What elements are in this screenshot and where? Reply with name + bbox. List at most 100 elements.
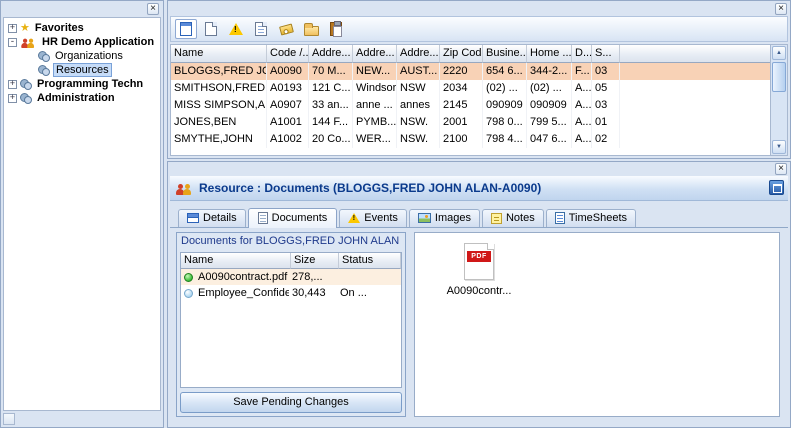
status-green-icon: [184, 272, 193, 282]
grid-header-cell-addre[interactable]: Addre...: [309, 45, 353, 63]
document-row[interactable]: Employee_Confide...30,443 On ...: [181, 285, 401, 301]
grid-header-row: Name Code /... Addre... Addre... Addre... Zip…: [171, 45, 770, 63]
grid-cell: 2001: [440, 114, 483, 131]
grid-header-cell-home[interactable]: Home ...: [527, 45, 572, 63]
scrollbar-thumb[interactable]: [772, 62, 786, 92]
label-button[interactable]: [275, 19, 297, 39]
documents-header-cell-size[interactable]: Size: [291, 253, 339, 269]
grid-row[interactable]: SMYTHE,JOHN A1002 20 Co... WER... NSW. 2100 79…: [171, 131, 770, 148]
grid-header-cell-busine[interactable]: Busine...: [483, 45, 527, 63]
tab-details[interactable]: Details: [178, 209, 246, 227]
document-size: 278,...: [292, 271, 323, 283]
grid-cell: anne ...: [353, 97, 397, 114]
grid-cell: A0090: [267, 63, 309, 80]
tree-item-label: Favorites: [34, 22, 84, 34]
tree-item-organizations[interactable]: Organizations: [4, 49, 160, 63]
grid-cell: PYMB...: [353, 114, 397, 131]
paste-icon: [330, 21, 342, 37]
grid-row[interactable]: BLOGGS,FRED JO...A009070 M...NEW...AUST.…: [171, 63, 770, 80]
grid-cell: MISS SIMPSON,A...: [171, 97, 267, 114]
document-preview-panel: PDF A0090contr...: [414, 232, 780, 417]
warning-button[interactable]: !: [225, 19, 247, 39]
pdf-band-label: PDF: [467, 251, 491, 262]
grid-cell: A...: [572, 131, 592, 148]
grid-header-cell-d[interactable]: D...: [572, 45, 592, 63]
maximize-button[interactable]: [769, 180, 784, 195]
grid-toolbar: !: [170, 16, 788, 42]
grid-header-cell-code[interactable]: Code /...: [267, 45, 309, 63]
documents-group-title: Documents for BLOGGS,FRED JOHN ALAN: [181, 235, 400, 247]
close-nav-panel-button[interactable]: ×: [147, 3, 159, 15]
expand-icon[interactable]: +: [8, 93, 17, 103]
grid-cell: 798 4...: [483, 131, 527, 148]
image-icon: [417, 213, 431, 223]
grid-cell: F...: [572, 63, 592, 80]
tab-images[interactable]: Images: [408, 209, 480, 227]
document-thumbnail-label: A0090contr...: [446, 285, 512, 297]
report-icon: [255, 22, 267, 36]
resource-people-icon: [176, 182, 193, 195]
grid-cell: AUST...: [397, 63, 440, 80]
grid-cell: 33 an...: [309, 97, 353, 114]
tree-item-resources[interactable]: Resources: [4, 63, 160, 77]
tree-item-label: Administration: [37, 92, 115, 104]
details-icon: [187, 213, 199, 223]
expand-icon[interactable]: +: [8, 79, 17, 89]
tree-item-favorites[interactable]: + ★ Favorites: [4, 21, 160, 35]
tree-item-hr-demo-application[interactable]: - HR Demo Application: [4, 35, 160, 49]
document-button[interactable]: [200, 19, 222, 39]
detail-tabs: Details Documents! Events Images Notes TimeSh…: [170, 203, 788, 228]
save-pending-changes-button[interactable]: Save Pending Changes: [180, 392, 402, 413]
document-thumbnail[interactable]: PDF A0090contr...: [439, 243, 519, 297]
tree-item-programming-techn[interactable]: + Programming Techn: [4, 77, 160, 91]
grid-header-cell-addre[interactable]: Addre...: [353, 45, 397, 63]
tab-notes[interactable]: Notes: [481, 209, 544, 227]
document-row[interactable]: A0090contract.pdf 278,...: [181, 269, 401, 285]
grid-cell: NSW.: [397, 131, 440, 148]
grid-cell: 70 M...: [309, 63, 353, 80]
grid-cell: 03: [592, 97, 620, 114]
nav-tree: + ★ Favorites - HR Demo Application Organizat…: [3, 17, 161, 411]
grid-vertical-scrollbar[interactable]: ▲ ▼: [770, 45, 787, 155]
people-icon: [21, 36, 35, 48]
report-button[interactable]: [250, 19, 272, 39]
grid-cell: (02) ...: [527, 80, 572, 97]
detail-header: Resource : Documents (BLOGGS,FRED JOHN A…: [170, 176, 788, 201]
document-icon: [205, 22, 217, 36]
collapse-icon[interactable]: -: [8, 37, 17, 47]
documents-header-cell-name[interactable]: Name: [181, 253, 291, 269]
grid-cell: annes: [397, 97, 440, 114]
grid-row[interactable]: JONES,BEN A1001 144 F... PYMB... NSW. 2001 798…: [171, 114, 770, 131]
new-record-button[interactable]: [175, 19, 197, 39]
grid-cell: 03: [592, 63, 620, 80]
folder-button[interactable]: [300, 19, 322, 39]
documents-header-cell-status[interactable]: Status: [339, 253, 401, 269]
tree-item-administration[interactable]: + Administration: [4, 91, 160, 105]
tab-documents[interactable]: Documents: [247, 208, 338, 228]
tab-label: TimeSheets: [568, 212, 628, 224]
grid-cell: 090909: [483, 97, 527, 114]
scroll-up-icon[interactable]: ▲: [772, 46, 786, 60]
expand-icon[interactable]: +: [8, 23, 17, 33]
grid-header-cell-name[interactable]: Name: [171, 45, 267, 63]
close-detail-panel-button[interactable]: ×: [775, 163, 787, 175]
tab-label: Images: [434, 212, 471, 224]
grid-row[interactable]: MISS SIMPSON,A... A0907 33 an... anne ... an…: [171, 97, 770, 114]
tree-item-label: Resources: [53, 63, 112, 77]
paste-button[interactable]: [325, 19, 347, 39]
close-grid-panel-button[interactable]: ×: [775, 3, 787, 15]
grid-header-cell-zip-code[interactable]: Zip Code: [440, 45, 483, 63]
documents-list-header: Name Size Status: [181, 253, 401, 269]
grid-header-cell-s[interactable]: S...: [592, 45, 620, 63]
grid-cell: 20 Co...: [309, 131, 353, 148]
gear-icon: [20, 79, 32, 90]
tree-item-label: Organizations: [55, 50, 123, 62]
application-window: × + ★ Favorites - HR Demo Application Organiz…: [0, 0, 791, 428]
grid-cell: A0193: [267, 80, 309, 97]
tab-timesheets[interactable]: TimeSheets: [545, 209, 637, 227]
scroll-down-icon[interactable]: ▼: [772, 140, 786, 154]
grid-header-cell-addre[interactable]: Addre...: [397, 45, 440, 63]
tree-item-label: HR Demo Application: [42, 36, 155, 48]
grid-row[interactable]: SMITHSON,FRED A0193 121 C... Windsor NSW 2034…: [171, 80, 770, 97]
tab-events[interactable]: ! Events: [339, 209, 407, 227]
